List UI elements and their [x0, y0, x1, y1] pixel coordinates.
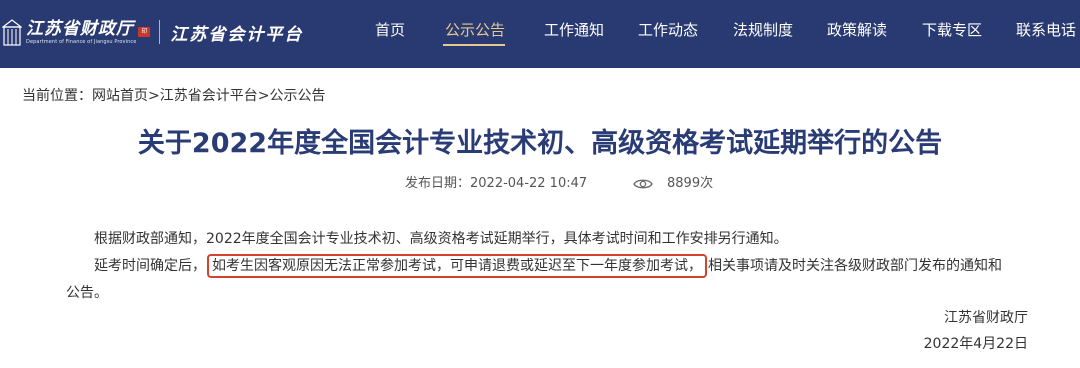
paragraph-1: 根据财政部通知，2022年度全国会计专业技术初、高级资格考试延期举行，具体考试时…	[94, 231, 788, 247]
article-title: 关于2022年度全国会计专业技术初、高级资格考试延期举行的公告	[137, 128, 943, 159]
breadcrumb-item-announcements[interactable]: 公示公告	[269, 88, 325, 104]
nav-work-news[interactable]: 工作动态	[638, 18, 698, 42]
logo-chinese-name: 江苏省财政厅	[26, 18, 134, 39]
platform-name: 江苏省会计平台	[170, 24, 304, 45]
paragraph-2-lead: 延考时间确定后，	[94, 258, 206, 274]
site-logo[interactable]: 江苏省财政厅 Department of Finance of Jiangsu …	[0, 8, 303, 56]
nav-announcements[interactable]: 公示公告	[445, 18, 505, 42]
nav-contact[interactable]: 联系电话	[1016, 18, 1076, 42]
breadcrumb: 当前位置：网站首页>江苏省会计平台>公示公告	[22, 86, 325, 106]
nav-work-notices[interactable]: 工作通知	[544, 18, 604, 42]
building-emblem-icon	[2, 17, 22, 47]
nav-home[interactable]: 首页	[375, 18, 405, 42]
signature-organization: 江苏省财政厅	[944, 310, 1028, 326]
breadcrumb-item-home[interactable]: 网站首页	[92, 88, 148, 104]
view-count-value: 8899次	[667, 176, 714, 191]
breadcrumb-item-platform[interactable]: 江苏省会计平台	[160, 88, 258, 104]
article-body: 根据财政部通知，2022年度全国会计专业技术初、高级资格考试延期举行，具体考试时…	[66, 226, 1034, 307]
nav-downloads[interactable]: 下载专区	[922, 18, 982, 42]
publish-date: 发布日期：2022-04-22 10:47	[405, 176, 588, 191]
signature-date: 2022年4月22日	[923, 336, 1028, 352]
breadcrumb-separator: >	[148, 88, 160, 104]
highlighted-refund-notice: 如考生因客观原因无法正常参加考试，可申请退费或延迟至下一年度参加考试，	[207, 254, 707, 278]
nav-regulations[interactable]: 法规制度	[733, 18, 793, 42]
logo-divider	[159, 20, 161, 44]
nav-policy-interpretation[interactable]: 政策解读	[827, 18, 887, 42]
paragraph-2-tail: 相关事项请及时关注各级财政部门发布的通知和	[708, 258, 1002, 274]
top-header: 江苏省财政厅 Department of Finance of Jiangsu …	[0, 0, 1080, 68]
breadcrumb-prefix: 当前位置：	[22, 88, 92, 104]
breadcrumb-separator: >	[257, 88, 270, 104]
paragraph-2-continued: 公告。	[66, 285, 108, 301]
active-nav-underline	[443, 44, 505, 46]
view-count: 8899次	[633, 174, 713, 194]
logo-english-name: Department of Finance of Jiangsu Provinc…	[26, 38, 137, 45]
paragraph-2: 延考时间确定后， 如考生因客观原因无法正常参加考试，可申请退费或延迟至下一年度参加…	[66, 253, 1034, 280]
seal-stamp: 印	[138, 27, 151, 37]
eye-icon	[633, 177, 653, 191]
